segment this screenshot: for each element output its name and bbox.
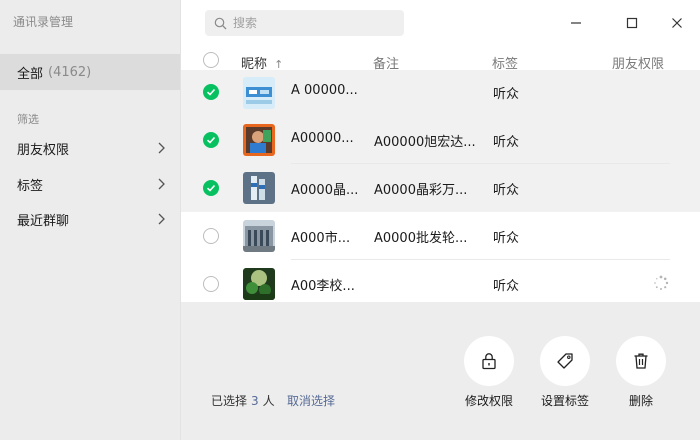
close-button[interactable] [666, 12, 688, 34]
set-tag-button[interactable]: 设置标签 [527, 336, 603, 409]
contact-tag: 听众 [493, 279, 520, 294]
app-title: 通讯录管理 [13, 15, 74, 29]
delete-button[interactable]: 删除 [603, 336, 679, 409]
modify-permission-label: 修改权限 [464, 394, 513, 408]
table-row[interactable]: A0000晶... A0000晶彩万... 听众 [181, 164, 700, 212]
contact-list-panel: 昵称 ↑ 备注 标签 朋友权限 A 00000... 听众 A00000... … [181, 0, 700, 302]
contact-nickname: A 00000... [291, 83, 358, 98]
select-all-checkbox[interactable] [203, 52, 219, 68]
contact-nickname: A00000... [291, 131, 354, 146]
checkmark-icon [206, 136, 216, 144]
modify-permission-button[interactable]: 修改权限 [451, 336, 527, 409]
contact-tag: 听众 [493, 231, 520, 246]
set-tag-circle[interactable] [540, 336, 590, 386]
contact-tag: 听众 [493, 135, 520, 150]
row-checkbox-checked[interactable] [203, 180, 219, 196]
chevron-right-icon [158, 178, 165, 190]
table-row[interactable]: A00000... A00000旭宏达... 听众 [181, 116, 700, 164]
avatar [243, 172, 275, 204]
trash-icon [634, 353, 648, 369]
set-tag-label: 设置标签 [540, 394, 589, 408]
close-icon [672, 18, 682, 28]
modify-permission-circle[interactable] [464, 336, 514, 386]
contact-tag: 听众 [493, 87, 520, 102]
selection-prefix: 已选择 [211, 394, 248, 408]
contact-tag: 听众 [493, 183, 520, 198]
chevron-right-icon [158, 142, 165, 154]
selected-count: 3 [251, 394, 259, 408]
tag-icon [557, 353, 573, 369]
table-row[interactable]: A000市... A0000批发轮... 听众 [181, 212, 700, 260]
contact-remark: A0000晶彩万... [374, 183, 468, 198]
contact-remark: A00000旭宏达... [374, 135, 476, 150]
sidebar-item-all-label: 全部 [17, 66, 44, 82]
selection-summary: 已选择 3 人 [211, 392, 275, 409]
maximize-icon [626, 17, 638, 29]
selection-suffix: 人 [262, 394, 275, 408]
row-checkbox-checked[interactable] [203, 132, 219, 148]
contact-nickname: A000市... [291, 231, 351, 246]
sidebar-item-tags[interactable]: 标签 [0, 168, 180, 200]
sidebar-item-recent-groups[interactable]: 最近群聊 [0, 203, 180, 235]
filter-section-title: 筛选 [17, 113, 39, 126]
avatar [243, 268, 275, 300]
sidebar-item-friend-permission[interactable]: 朋友权限 [0, 132, 180, 164]
contact-remark: A0000批发轮... [374, 231, 468, 246]
contact-nickname: A0000晶... [291, 183, 359, 198]
sidebar-item-all[interactable]: 全部 (4162) [0, 54, 180, 90]
row-checkbox[interactable] [203, 276, 219, 292]
table-row[interactable]: A 00000... 听众 [181, 70, 700, 116]
delete-circle[interactable] [616, 336, 666, 386]
row-checkbox-checked[interactable] [203, 84, 219, 100]
contact-nickname: A00李校... [291, 279, 355, 294]
sidebar-item-label: 朋友权限 [17, 142, 70, 158]
search-box[interactable] [205, 10, 404, 36]
table-row[interactable]: A00李校... 听众 [181, 260, 700, 308]
minimize-icon [571, 22, 581, 24]
row-checkbox[interactable] [203, 228, 219, 244]
avatar [243, 77, 275, 109]
search-input[interactable] [233, 16, 393, 30]
checkmark-icon [206, 88, 216, 96]
sidebar-item-label: 标签 [17, 178, 44, 194]
checkmark-icon [206, 184, 216, 192]
search-icon [214, 17, 227, 29]
contact-count: (4162) [48, 64, 92, 80]
avatar [243, 124, 275, 156]
lock-icon [482, 353, 496, 370]
minimize-button[interactable] [565, 12, 587, 34]
action-bar: 已选择 3 人 取消选择 修改权限 设置标签 删除 [181, 302, 700, 440]
delete-label: 删除 [628, 394, 653, 408]
loading-spinner-icon [654, 275, 669, 290]
maximize-button[interactable] [621, 12, 643, 34]
sidebar-item-label: 最近群聊 [17, 213, 70, 229]
cancel-selection-link[interactable]: 取消选择 [287, 392, 335, 409]
sidebar: 通讯录管理 全部 (4162) 筛选 朋友权限 标签 最近群聊 [0, 0, 181, 440]
avatar [243, 220, 275, 252]
chevron-right-icon [158, 213, 165, 225]
